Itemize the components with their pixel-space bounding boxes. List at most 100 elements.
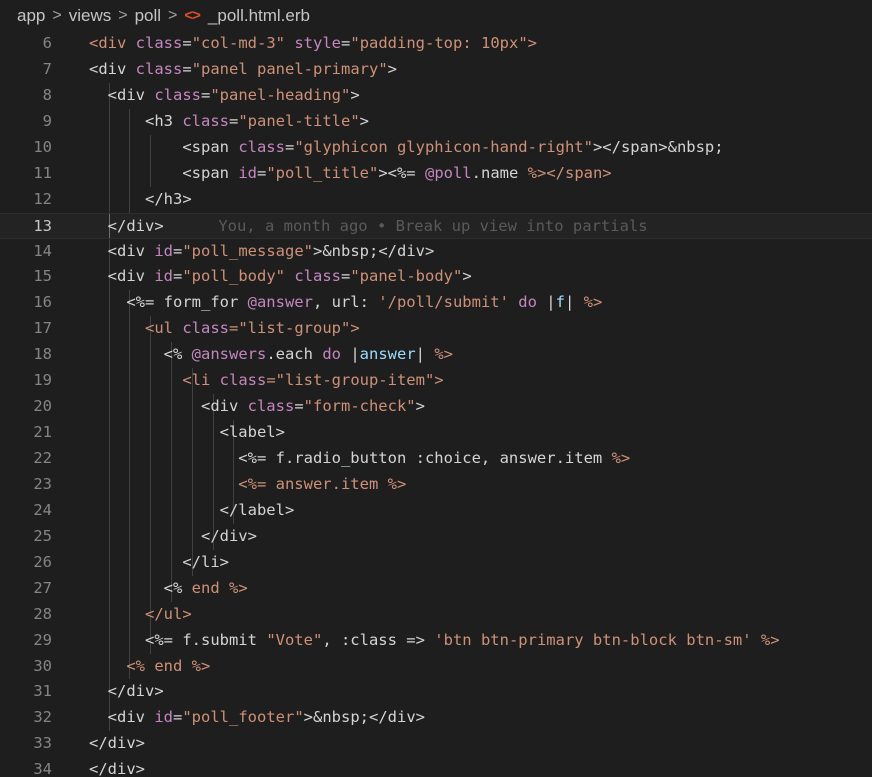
code-token: <%= f.submit — [89, 630, 267, 649]
line-number[interactable]: 25 — [0, 524, 52, 550]
line-number[interactable]: 13 — [0, 214, 52, 240]
code-line[interactable]: 19 <li class="list-group-item"> — [0, 368, 872, 395]
line-text: <%= f.radio_button :choice, answer.item … — [89, 446, 630, 472]
code-line[interactable]: 14 <div id="poll_message">&nbsp;</div> — [0, 238, 872, 265]
code-token: <div — [89, 241, 155, 260]
line-number[interactable]: 6 — [0, 31, 52, 57]
code-token: <div — [89, 708, 155, 727]
code-line[interactable]: 22 <%= f.radio_button :choice, answer.it… — [0, 446, 872, 472]
breadcrumb-views[interactable]: views — [69, 6, 112, 26]
line-text: <div id="poll_message">&nbsp;</div> — [89, 239, 435, 265]
code-token: <div — [89, 34, 136, 52]
line-number[interactable]: 23 — [0, 472, 52, 498]
line-number[interactable]: 10 — [0, 135, 52, 161]
code-line[interactable]: 20 <div class="form-check"> — [0, 394, 872, 421]
code-line[interactable]: 13 </div> You, a month ago • Break up vi… — [0, 212, 872, 240]
code-token: class — [135, 34, 183, 52]
line-number[interactable]: 9 — [0, 109, 52, 135]
code-token: @poll — [424, 163, 472, 182]
code-token: class — [219, 371, 267, 390]
line-number[interactable]: 32 — [0, 705, 52, 731]
line-text: <div class="form-check"> — [89, 394, 425, 420]
code-line[interactable]: 9 <h3 class="panel-title"> — [0, 108, 872, 135]
line-number[interactable]: 28 — [0, 602, 52, 628]
code-line[interactable]: 23 <%= answer.item %> — [0, 471, 872, 498]
line-text: <div class="col-md-3" style="padding-top… — [89, 31, 537, 57]
line-number[interactable]: 8 — [0, 83, 52, 109]
code-line[interactable]: 10 <span class="glyphicon glyphicon-hand… — [0, 134, 872, 161]
line-text: </div> — [89, 679, 164, 705]
line-text: <span id="poll_title"><%= @poll.name %><… — [89, 161, 611, 187]
line-number[interactable]: 7 — [0, 57, 52, 83]
code-token: "Vote" — [266, 630, 323, 649]
line-number[interactable]: 14 — [0, 239, 52, 265]
code-line[interactable]: 11 <span id="poll_title"><%= @poll.name … — [0, 160, 872, 187]
code-editor[interactable]: app > views > poll > <> _poll.html.erb 6… — [0, 0, 872, 777]
code-line[interactable]: 31 </div> — [0, 679, 872, 706]
code-token: </h3> — [89, 189, 192, 208]
line-text: <% end %> — [89, 654, 210, 680]
code-token: </div> — [89, 734, 145, 753]
line-text: <div id="poll_body" class="panel-body"> — [89, 264, 472, 290]
code-token: 'btn btn-primary btn-block btn-sm' %> — [434, 630, 780, 649]
line-text: <div class="panel-heading"> — [89, 83, 360, 109]
code-line[interactable]: 32 <div id="poll_footer">&nbsp;</div> — [0, 705, 872, 732]
line-text: <%= answer.item %> — [89, 472, 406, 498]
chevron-right-icon: > — [168, 6, 178, 24]
code-token: </ul> — [89, 604, 192, 623]
code-line[interactable]: 12 </h3> — [0, 186, 872, 213]
line-number[interactable]: 21 — [0, 420, 52, 446]
line-text: <% @answers.each do |answer| %> — [89, 342, 453, 368]
code-line[interactable]: 27 <% end %> — [0, 575, 872, 602]
line-number[interactable]: 34 — [0, 757, 52, 777]
code-token: do — [518, 293, 547, 312]
code-line[interactable]: 7 <div class="panel panel-primary"> — [0, 57, 872, 83]
code-line[interactable]: 16 <%= form_for @answer, url: '/poll/sub… — [0, 290, 872, 317]
code-line[interactable]: 18 <% @answers.each do |answer| %> — [0, 342, 872, 369]
code-token: > — [350, 85, 360, 104]
code-line[interactable]: 33 </div> — [0, 731, 872, 757]
line-number[interactable]: 26 — [0, 550, 52, 576]
code-line[interactable]: 25 </div> — [0, 523, 872, 550]
breadcrumb-file[interactable]: _poll.html.erb — [208, 6, 310, 26]
code-token: @answers — [191, 345, 267, 364]
line-number[interactable]: 17 — [0, 316, 52, 342]
breadcrumb-poll[interactable]: poll — [135, 6, 161, 26]
code-line[interactable]: 28 </ul> — [0, 601, 872, 628]
line-text: </label> — [89, 498, 295, 524]
git-blame-annotation: You, a month ago • Break up view into pa… — [171, 216, 648, 235]
code-line[interactable]: 34 </div> — [0, 757, 872, 777]
line-number[interactable]: 29 — [0, 628, 52, 654]
line-number[interactable]: 19 — [0, 368, 52, 394]
line-number[interactable]: 12 — [0, 187, 52, 213]
line-number[interactable]: 31 — [0, 679, 52, 705]
code-line[interactable]: 26 </li> — [0, 549, 872, 576]
code-line[interactable]: 29 <%= f.submit "Vote", :class => 'btn b… — [0, 627, 872, 654]
code-lines[interactable]: 6 <div class="col-md-3" style="padding-to… — [0, 31, 872, 777]
line-text: <div class="panel panel-primary"> — [89, 57, 397, 83]
line-number[interactable]: 33 — [0, 731, 52, 757]
line-number[interactable]: 20 — [0, 394, 52, 420]
line-number[interactable]: 11 — [0, 161, 52, 187]
line-number[interactable]: 30 — [0, 654, 52, 680]
line-number[interactable]: 15 — [0, 264, 52, 290]
code-line[interactable]: 24 </label> — [0, 497, 872, 524]
code-line[interactable]: 21 <label> — [0, 420, 872, 446]
line-number[interactable]: 27 — [0, 576, 52, 602]
breadcrumb-app[interactable]: app — [17, 6, 45, 26]
code-line[interactable]: 30 <% end %> — [0, 653, 872, 680]
code-token: </label> — [89, 500, 295, 519]
code-line[interactable]: 6 <div class="col-md-3" style="padding-to… — [0, 31, 872, 57]
line-number[interactable]: 22 — [0, 446, 52, 472]
line-number[interactable]: 18 — [0, 342, 52, 368]
code-line[interactable]: 8 <div class="panel-heading"> — [0, 82, 872, 109]
code-token: "panel-body" — [350, 267, 463, 286]
line-text: </div> You, a month ago • Break up view … — [89, 214, 648, 240]
code-token: = — [173, 267, 183, 286]
code-line[interactable]: 17 <ul class="list-group"> — [0, 316, 872, 343]
line-number[interactable]: 24 — [0, 498, 52, 524]
line-number[interactable]: 16 — [0, 290, 52, 316]
code-token: = — [182, 34, 192, 52]
code-line[interactable]: 15 <div id="poll_body" class="panel-body… — [0, 264, 872, 291]
code-token: <div — [89, 59, 136, 78]
